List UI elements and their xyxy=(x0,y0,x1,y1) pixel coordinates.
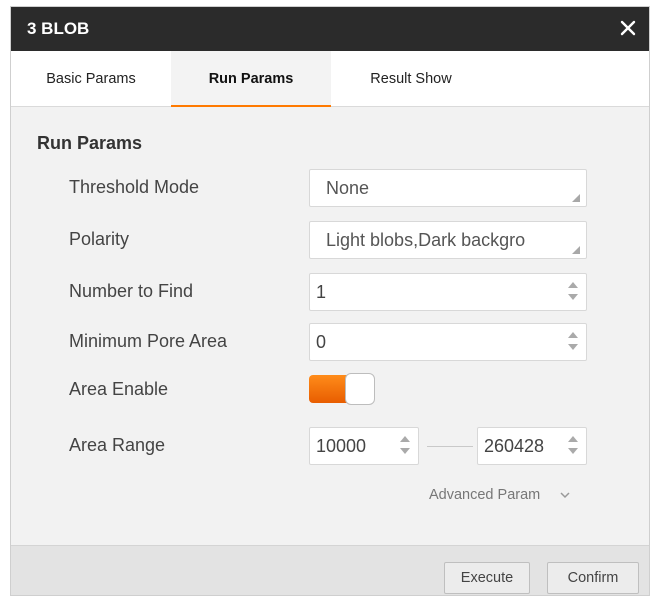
execute-button[interactable]: Execute xyxy=(444,562,530,594)
dropdown-corner-icon xyxy=(572,246,580,254)
area-range-min-input[interactable]: 10000 xyxy=(309,427,419,465)
title-bar: 3 BLOB xyxy=(11,7,649,51)
tab-run-params[interactable]: Run Params xyxy=(171,51,331,108)
dialog-title: 3 BLOB xyxy=(27,19,90,38)
tab-basic-params[interactable]: Basic Params xyxy=(11,51,171,107)
min-pore-area-value: 0 xyxy=(316,332,327,352)
min-pore-area-input[interactable]: 0 xyxy=(309,323,587,361)
tab-result-show[interactable]: Result Show xyxy=(331,51,491,107)
run-params-panel: Run Params Threshold Mode None Polarity … xyxy=(11,107,649,545)
polarity-label: Polarity xyxy=(69,229,130,249)
threshold-mode-value: None xyxy=(326,178,370,198)
area-range-max-input[interactable]: 260428 xyxy=(477,427,587,465)
dropdown-corner-icon xyxy=(572,194,580,202)
area-range-max-value: 260428 xyxy=(484,436,545,456)
tab-bar: Basic Params Run Params Result Show xyxy=(11,51,649,108)
dialog-footer: Execute Confirm xyxy=(11,545,649,595)
toggle-knob xyxy=(345,373,375,405)
threshold-mode-select[interactable]: None xyxy=(309,169,587,207)
area-enable-toggle[interactable] xyxy=(309,373,375,405)
confirm-button[interactable]: Confirm xyxy=(547,562,639,594)
area-range-label: Area Range xyxy=(69,435,166,455)
section-title: Run Params xyxy=(37,133,143,153)
number-to-find-label: Number to Find xyxy=(69,281,194,301)
polarity-select[interactable]: Light blobs,Dark backgro xyxy=(309,221,587,259)
spinner-arrows-icon[interactable] xyxy=(568,436,578,456)
range-separator xyxy=(427,446,473,447)
number-to-find-value: 1 xyxy=(316,282,327,302)
spinner-arrows-icon[interactable] xyxy=(400,436,410,456)
number-to-find-input[interactable]: 1 xyxy=(309,273,587,311)
blob-dialog: 3 BLOB Basic Params Run Params Result Sh… xyxy=(10,6,650,596)
spinner-arrows-icon[interactable] xyxy=(568,332,578,352)
advanced-param-link[interactable]: Advanced Param xyxy=(429,487,540,503)
chevron-down-icon[interactable] xyxy=(559,487,571,508)
area-enable-label: Area Enable xyxy=(69,379,169,399)
polarity-value: Light blobs,Dark backgro xyxy=(326,230,526,250)
threshold-mode-label: Threshold Mode xyxy=(69,177,200,197)
spinner-arrows-icon[interactable] xyxy=(568,282,578,302)
area-range-min-value: 10000 xyxy=(316,436,367,456)
min-pore-area-label: Minimum Pore Area xyxy=(69,331,228,351)
close-icon[interactable] xyxy=(615,15,641,41)
